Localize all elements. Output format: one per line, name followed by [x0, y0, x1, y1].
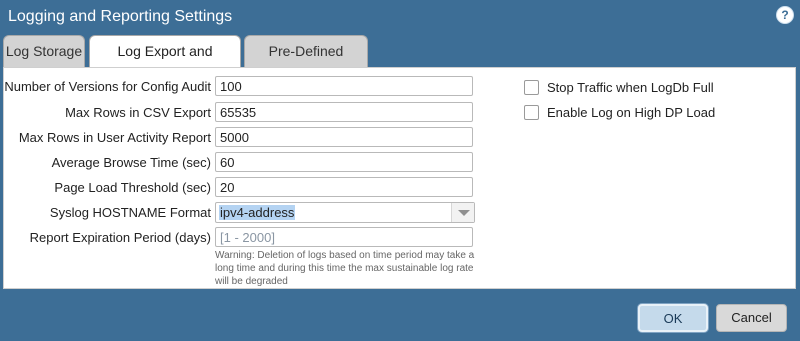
page-load-threshold-row: Page Load Threshold (sec) [4, 177, 484, 199]
log-high-dp-load-label: Enable Log on High DP Load [547, 105, 716, 120]
csv-max-rows-input[interactable] [215, 102, 473, 122]
cancel-button[interactable]: Cancel [716, 304, 787, 332]
csv-max-rows-row: Max Rows in CSV Export [4, 102, 484, 124]
tab-pre-defined-reports[interactable]: Pre-Defined Reports [244, 35, 368, 89]
dialog-title: Logging and Reporting Settings [8, 8, 233, 25]
report-expiration-input[interactable] [215, 227, 473, 247]
stop-traffic-option: Stop Traffic when LogDb Full [524, 80, 724, 98]
log-high-dp-load-option: Enable Log on High DP Load [524, 105, 724, 123]
ok-button[interactable]: OK [638, 304, 708, 332]
stop-traffic-label: Stop Traffic when LogDb Full [547, 80, 714, 95]
report-expiration-label: Report Expiration Period (days) [29, 230, 211, 245]
syslog-hostname-selected-value: ipv4-address [219, 205, 296, 220]
config-audit-label: Number of Versions for Config Audit [4, 79, 211, 94]
chevron-down-icon [458, 210, 470, 216]
page-load-threshold-input[interactable] [215, 177, 473, 197]
avg-browse-time-row: Average Browse Time (sec) [4, 152, 484, 174]
syslog-hostname-format-select[interactable]: ipv4-address [215, 202, 475, 223]
avg-browse-time-label: Average Browse Time (sec) [51, 155, 211, 170]
log-high-dp-load-checkbox[interactable] [524, 105, 539, 120]
user-activity-row: Max Rows in User Activity Report [4, 127, 484, 149]
csv-max-rows-label: Max Rows in CSV Export [65, 105, 211, 120]
tab-log-export-and-reporting[interactable]: Log Export and Reporting [89, 35, 241, 89]
report-expiration-row: Report Expiration Period (days) [4, 227, 484, 249]
syslog-hostname-label: Syslog HOSTNAME Format [49, 205, 211, 220]
page-load-threshold-label: Page Load Threshold (sec) [54, 180, 211, 195]
settings-panel: Number of Versions for Config Audit Max … [3, 67, 796, 289]
config-audit-versions-input[interactable] [215, 76, 473, 96]
avg-browse-time-input[interactable] [215, 152, 473, 172]
user-activity-max-rows-input[interactable] [215, 127, 473, 147]
tab-bar: Log Storage Log Export and Reporting Pre… [0, 35, 800, 89]
help-icon[interactable]: ? [776, 6, 794, 24]
syslog-hostname-row: Syslog HOSTNAME Format ipv4-address [4, 202, 484, 224]
stop-traffic-checkbox[interactable] [524, 80, 539, 95]
user-activity-max-rows-label: Max Rows in User Activity Report [18, 130, 211, 145]
config-audit-row: Number of Versions for Config Audit [4, 76, 484, 98]
deletion-warning-text: Warning: Deletion of logs based on time … [215, 250, 475, 287]
dropdown-toggle[interactable] [451, 203, 474, 222]
dialog-titlebar: Logging and Reporting Settings ? [0, 0, 800, 34]
tab-log-storage[interactable]: Log Storage [3, 35, 85, 67]
